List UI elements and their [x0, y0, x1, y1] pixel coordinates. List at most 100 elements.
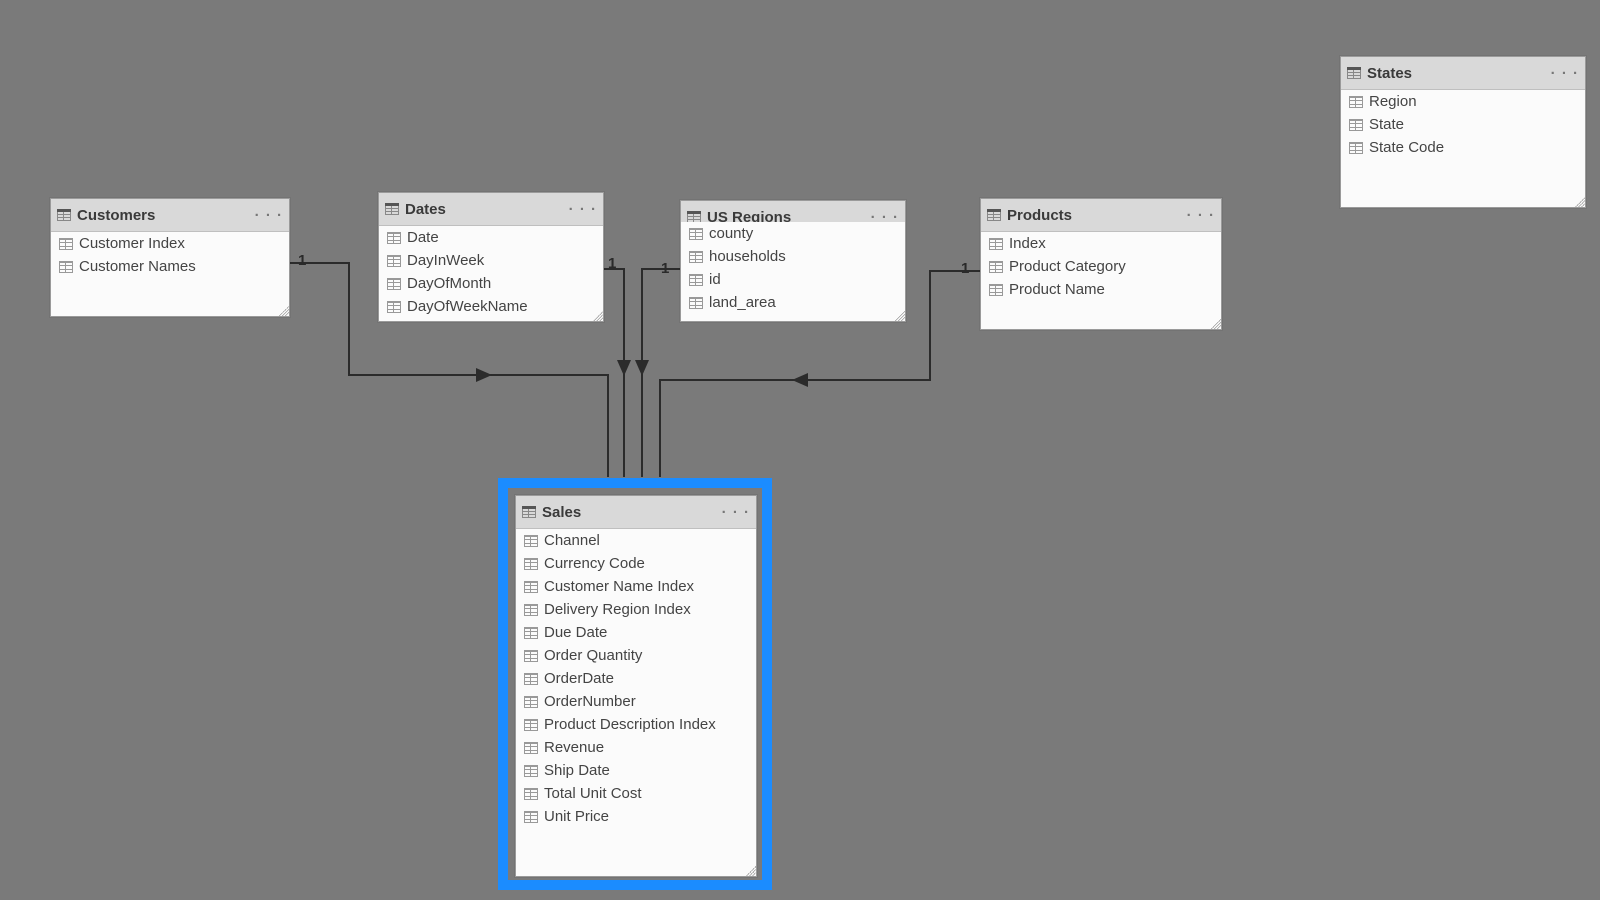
column-icon — [524, 696, 538, 708]
table-menu-button[interactable]: · · · — [722, 504, 750, 521]
field-name: OrderDate — [544, 670, 614, 687]
field-name: Product Name — [1009, 281, 1105, 298]
table-menu-button[interactable]: · · · — [569, 201, 597, 218]
resize-handle[interactable] — [746, 866, 756, 876]
field-name: Order Quantity — [544, 647, 642, 664]
column-icon — [59, 238, 73, 250]
table-icon — [57, 209, 71, 221]
table-menu-button[interactable]: · · · — [255, 207, 283, 224]
table-card-sales[interactable]: Sales· · · Channel Currency Code Customer N… — [515, 495, 757, 877]
table-icon — [1347, 67, 1361, 79]
field-row[interactable]: Product Description Index — [516, 713, 756, 736]
field-name: Product Description Index — [544, 716, 716, 733]
field-row[interactable]: Date — [379, 226, 603, 249]
field-name: Region — [1369, 93, 1417, 110]
field-row[interactable]: Region — [1341, 90, 1585, 113]
field-row[interactable]: Customer Index — [51, 232, 289, 255]
field-list[interactable]: Index Product Category Product Name — [981, 232, 1221, 329]
field-name: households — [709, 248, 786, 265]
field-name: Product Category — [1009, 258, 1126, 275]
field-name: county — [709, 225, 753, 242]
field-list[interactable]: county households id land_area — [681, 222, 905, 321]
field-row[interactable]: Product Name — [981, 278, 1221, 301]
field-row[interactable]: State — [1341, 113, 1585, 136]
field-name: Due Date — [544, 624, 607, 641]
table-card-us_regions[interactable]: US Regions· · ·countyhouseholdsidland_ar… — [680, 200, 906, 322]
field-list[interactable]: DateDayInWeekDayOfMonth DayOfWeekName — [379, 226, 603, 321]
table-card-dates[interactable]: Dates · · · DateDayInWeekDayOfMonth DayOfWe… — [378, 192, 604, 322]
column-icon — [524, 673, 538, 685]
field-row[interactable]: county — [681, 222, 905, 245]
field-row[interactable]: Order Quantity — [516, 644, 756, 667]
table-card-customers[interactable]: Customers· · ·Customer Index Customer Nam… — [50, 198, 290, 317]
field-name: Channel — [544, 532, 600, 549]
table-menu-button[interactable]: · · · — [1187, 207, 1215, 224]
table-menu-button[interactable]: · · · — [1551, 65, 1579, 82]
cardinality-products: 1 — [961, 260, 969, 277]
table-name: States — [1367, 65, 1412, 82]
column-icon — [689, 297, 703, 309]
field-row[interactable]: id — [681, 268, 905, 291]
model-canvas[interactable]: 1 1 1 1 Customers· · ·Customer IndexCust… — [0, 0, 1600, 900]
column-icon — [387, 301, 401, 313]
table-header[interactable]: States · · · — [1341, 57, 1585, 90]
table-card-states[interactable]: States · · · Region State State Code — [1340, 56, 1586, 208]
field-name: DayOfWeekName — [407, 298, 528, 315]
field-name: Unit Price — [544, 808, 609, 825]
field-row[interactable]: Channel — [516, 529, 756, 552]
column-icon — [524, 650, 538, 662]
field-list[interactable]: Region State State Code — [1341, 90, 1585, 207]
field-row[interactable]: Currency Code — [516, 552, 756, 575]
field-row[interactable]: Due Date — [516, 621, 756, 644]
table-header[interactable]: Products· · · — [981, 199, 1221, 232]
column-icon — [524, 604, 538, 616]
table-header[interactable]: Customers· · · — [51, 199, 289, 232]
field-row[interactable]: Customer Names — [51, 255, 289, 278]
field-name: Customer Name Index — [544, 578, 694, 595]
field-row[interactable]: households — [681, 245, 905, 268]
column-icon — [1349, 119, 1363, 131]
field-row[interactable]: Unit Price — [516, 805, 756, 828]
field-name: Index — [1009, 235, 1046, 252]
field-name: OrderNumber — [544, 693, 636, 710]
column-icon — [524, 742, 538, 754]
resize-handle[interactable] — [1575, 197, 1585, 207]
table-card-products[interactable]: Products· · · Index Product Category Produc… — [980, 198, 1222, 330]
field-list[interactable]: Customer Index Customer Names — [51, 232, 289, 316]
field-name: Customer Names — [79, 258, 196, 275]
resize-handle[interactable] — [279, 306, 289, 316]
field-row[interactable]: State Code — [1341, 136, 1585, 159]
column-icon — [1349, 142, 1363, 154]
field-row[interactable]: Product Category — [981, 255, 1221, 278]
field-row[interactable]: land_area — [681, 291, 905, 314]
field-row[interactable]: OrderDate — [516, 667, 756, 690]
table-icon — [385, 203, 399, 215]
field-row[interactable]: OrderNumber — [516, 690, 756, 713]
column-icon — [524, 788, 538, 800]
field-name: Revenue — [544, 739, 604, 756]
field-name: Delivery Region Index — [544, 601, 691, 618]
table-header[interactable]: Sales· · · — [516, 496, 756, 529]
field-row[interactable]: Index — [981, 232, 1221, 255]
resize-handle[interactable] — [895, 311, 905, 321]
field-row[interactable]: Delivery Region Index — [516, 598, 756, 621]
resize-handle[interactable] — [1211, 319, 1221, 329]
field-row[interactable]: Total Unit Cost — [516, 782, 756, 805]
table-name: Dates — [405, 201, 446, 218]
column-icon — [524, 558, 538, 570]
field-row[interactable]: DayOfWeekName — [379, 295, 603, 318]
field-row[interactable]: Revenue — [516, 736, 756, 759]
field-row[interactable]: Ship Date — [516, 759, 756, 782]
field-list[interactable]: Channel Currency Code Customer Name Index D… — [516, 529, 756, 876]
column-icon — [689, 251, 703, 263]
field-row[interactable]: DayOfMonth — [379, 272, 603, 295]
table-header[interactable]: Dates · · · — [379, 193, 603, 226]
field-name: State — [1369, 116, 1404, 133]
column-icon — [387, 255, 401, 267]
field-name: id — [709, 271, 721, 288]
column-icon — [59, 261, 73, 273]
field-row[interactable]: DayInWeek — [379, 249, 603, 272]
resize-handle[interactable] — [593, 311, 603, 321]
column-icon — [989, 238, 1003, 250]
field-row[interactable]: Customer Name Index — [516, 575, 756, 598]
